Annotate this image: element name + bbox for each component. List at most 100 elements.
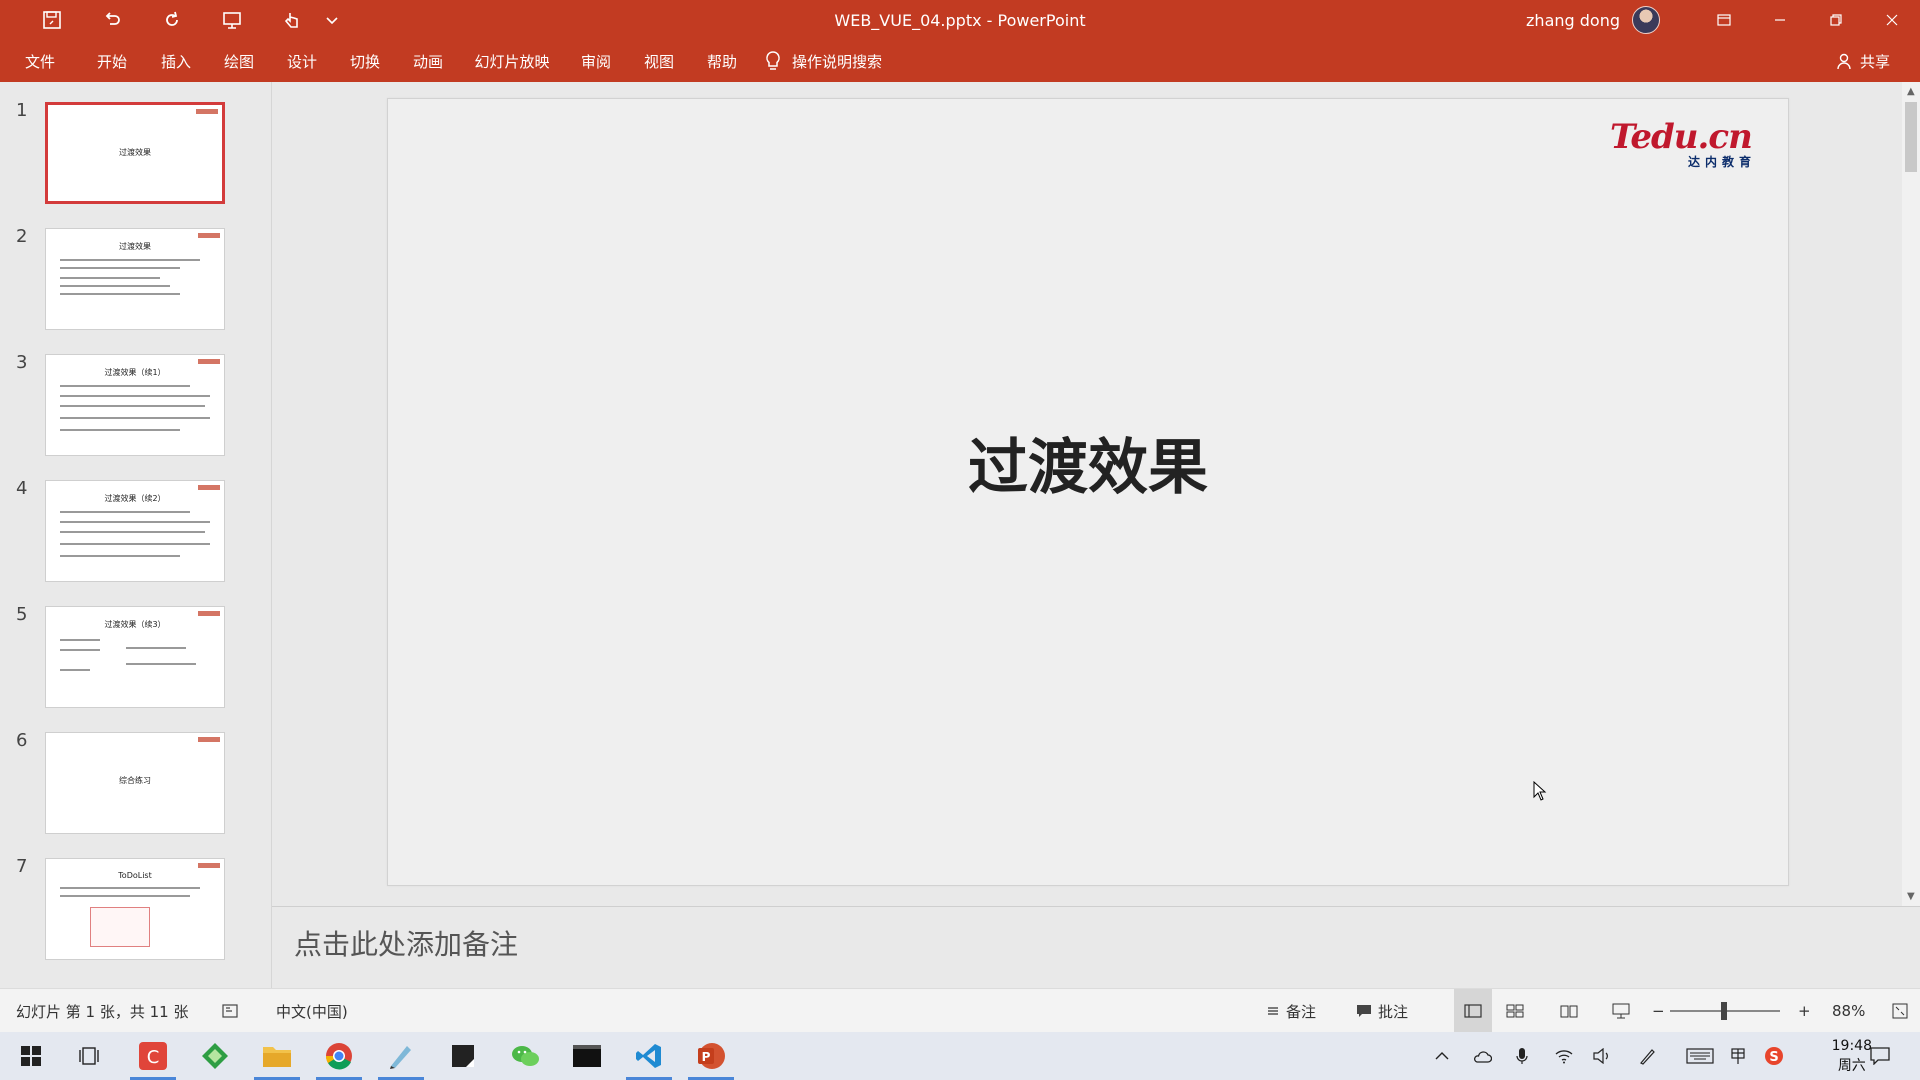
- speaker-icon: [1593, 1048, 1608, 1064]
- thumbnail-slide-2[interactable]: 2 过渡效果: [0, 226, 271, 332]
- restore-button[interactable]: [1808, 0, 1864, 40]
- thumbnail-text-line: [60, 531, 205, 533]
- taskbar-app-chrome[interactable]: [308, 1032, 370, 1080]
- notes-placeholder[interactable]: 点击此处添加备注: [294, 923, 518, 963]
- accessibility-check-button[interactable]: [222, 989, 238, 1033]
- thumbnail-text-line: [60, 639, 100, 641]
- touch-mode-button[interactable]: [262, 0, 322, 40]
- thumbnail-slide-4[interactable]: 4 过渡效果（续2）: [0, 478, 271, 584]
- scroll-up-icon[interactable]: ▲: [1907, 86, 1915, 97]
- share-button[interactable]: 共享: [1836, 40, 1890, 82]
- thumbnail-preview[interactable]: 过渡效果（续1）: [45, 354, 225, 456]
- ime-icon: [1731, 1048, 1745, 1064]
- tell-me-search[interactable]: 操作说明搜索: [764, 50, 882, 72]
- thumbnail-slide-5[interactable]: 5 过渡效果（续3）: [0, 604, 271, 710]
- task-view-button[interactable]: [58, 1032, 120, 1080]
- tab-home[interactable]: 开始: [80, 40, 144, 82]
- thumbnail-logo: [198, 863, 220, 868]
- undo-button[interactable]: [82, 0, 142, 40]
- thumbnail-title: 过渡效果（续2）: [104, 494, 166, 503]
- touch-keyboard-tray-icon[interactable]: [1680, 1032, 1720, 1080]
- close-button[interactable]: [1864, 0, 1920, 40]
- action-center-button[interactable]: [1862, 1032, 1898, 1080]
- tab-help[interactable]: 帮助: [690, 40, 754, 82]
- slide-count[interactable]: 幻灯片 第 1 张，共 11 张: [16, 989, 188, 1033]
- taskbar-app-terminal[interactable]: [556, 1032, 618, 1080]
- tab-design[interactable]: 设计: [270, 40, 334, 82]
- language-indicator[interactable]: 中文(中国): [276, 989, 348, 1033]
- tab-draw[interactable]: 绘图: [208, 40, 270, 82]
- thumbnail-preview[interactable]: 过渡效果: [45, 228, 225, 330]
- tab-slideshow[interactable]: 幻灯片放映: [460, 40, 564, 82]
- avatar[interactable]: [1632, 6, 1660, 34]
- redo-button[interactable]: [142, 0, 202, 40]
- pen-tray-icon[interactable]: [1630, 1032, 1666, 1080]
- tab-insert[interactable]: 插入: [144, 40, 208, 82]
- thumbnail-slide-6[interactable]: 6 综合练习: [0, 730, 271, 836]
- taskbar-app-sticky[interactable]: [432, 1032, 494, 1080]
- tab-animations[interactable]: 动画: [396, 40, 460, 82]
- onedrive-tray-icon[interactable]: [1464, 1032, 1500, 1080]
- microphone-tray-icon[interactable]: [1504, 1032, 1540, 1080]
- slideshow-view-button[interactable]: [1612, 989, 1630, 1033]
- thumbnail-logo: [198, 737, 220, 742]
- thumbnail-preview[interactable]: 过渡效果（续2）: [45, 480, 225, 582]
- task-view-icon: [79, 1047, 99, 1065]
- current-slide[interactable]: Tedu.cn 达内教育 过渡效果: [387, 98, 1789, 886]
- scroll-down-icon[interactable]: ▼: [1907, 891, 1915, 902]
- notes-toggle-button[interactable]: 备注: [1266, 989, 1316, 1033]
- present-from-start-button[interactable]: [202, 0, 262, 40]
- thumbnail-preview[interactable]: 过渡效果: [45, 102, 225, 204]
- reading-view-button[interactable]: [1560, 989, 1578, 1033]
- thumbnail-preview[interactable]: ToDoList: [45, 858, 225, 960]
- zoom-out-button[interactable]: −: [1652, 989, 1665, 1033]
- slide-sorter-button[interactable]: [1506, 989, 1524, 1033]
- tab-transitions[interactable]: 切换: [334, 40, 396, 82]
- comments-toggle-button[interactable]: 批注: [1356, 989, 1408, 1033]
- close-icon: [1886, 14, 1898, 26]
- tedu-logo: Tedu.cn 达内教育: [1610, 117, 1762, 169]
- tab-file[interactable]: 文件: [0, 40, 80, 82]
- thumbnail-number: 4: [16, 478, 28, 499]
- user-account[interactable]: zhang dong: [1526, 0, 1660, 40]
- save-button[interactable]: [22, 0, 82, 40]
- taskbar-app-powerpoint[interactable]: P: [680, 1032, 742, 1080]
- thumbnail-slide-7[interactable]: 7 ToDoList: [0, 856, 271, 962]
- slide-editor[interactable]: Tedu.cn 达内教育 过渡效果: [272, 82, 1902, 906]
- taskbar-app-wechat[interactable]: [494, 1032, 556, 1080]
- taskbar-app-pen[interactable]: [370, 1032, 432, 1080]
- thumbnail-slide-1[interactable]: 1 过渡效果: [0, 100, 271, 206]
- thumbnail-preview[interactable]: 综合练习: [45, 732, 225, 834]
- scrollbar-thumb[interactable]: [1905, 102, 1917, 172]
- notes-pane[interactable]: 点击此处添加备注: [272, 906, 1920, 988]
- sogou-tray-icon[interactable]: S: [1756, 1032, 1792, 1080]
- normal-view-button[interactable]: [1454, 989, 1492, 1033]
- ribbon-display-options-button[interactable]: [1696, 0, 1752, 40]
- taskbar-app-green[interactable]: [184, 1032, 246, 1080]
- logo-text: Tedu.cn: [1610, 117, 1753, 157]
- zoom-in-button[interactable]: +: [1798, 989, 1811, 1033]
- chevron-up-icon: [1435, 1052, 1449, 1060]
- vertical-scrollbar[interactable]: ▲ ▼: [1902, 82, 1920, 906]
- mouse-cursor-icon: [1533, 781, 1547, 801]
- taskbar-app-file-explorer[interactable]: [246, 1032, 308, 1080]
- taskbar-app-recorder[interactable]: C: [122, 1032, 184, 1080]
- zoom-slider-thumb[interactable]: [1721, 1002, 1727, 1020]
- network-tray-icon[interactable]: [1546, 1032, 1582, 1080]
- minimize-button[interactable]: [1752, 0, 1808, 40]
- slide-thumbnail-pane[interactable]: 1 过渡效果 2 过渡效果 3 过渡效果（续1） 4 过渡效果（续2） 5 过渡…: [0, 82, 272, 988]
- taskbar-app-vscode[interactable]: [618, 1032, 680, 1080]
- input-method-tray-icon[interactable]: [1720, 1032, 1756, 1080]
- tab-review[interactable]: 审阅: [564, 40, 628, 82]
- zoom-level[interactable]: 88%: [1832, 989, 1865, 1033]
- wechat-icon: [512, 1046, 539, 1066]
- thumbnail-slide-3[interactable]: 3 过渡效果（续1）: [0, 352, 271, 458]
- fit-to-window-button[interactable]: [1892, 989, 1908, 1033]
- show-hidden-icons-button[interactable]: [1424, 1032, 1460, 1080]
- thumbnail-preview[interactable]: 过渡效果（续3）: [45, 606, 225, 708]
- tab-view[interactable]: 视图: [628, 40, 690, 82]
- slide-title[interactable]: 过渡效果: [388, 419, 1788, 506]
- customize-qat-button[interactable]: [322, 0, 342, 40]
- start-button[interactable]: [0, 1032, 62, 1080]
- volume-tray-icon[interactable]: [1584, 1032, 1620, 1080]
